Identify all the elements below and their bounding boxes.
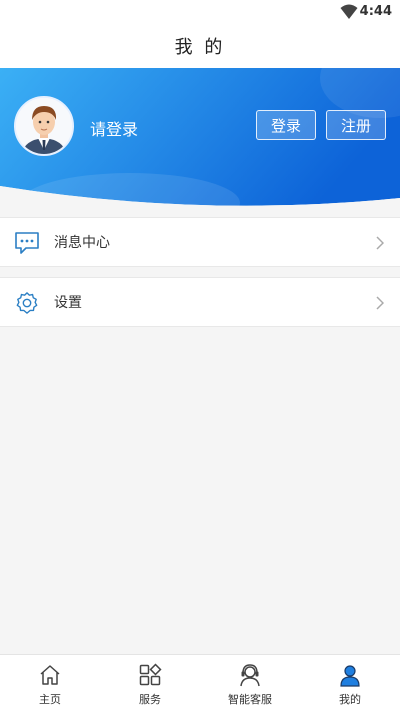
- profile-banner: 请登录 登录 注册: [0, 68, 400, 208]
- status-bar: 4:44: [0, 0, 400, 24]
- wifi-icon: [340, 4, 358, 19]
- grid-icon: [139, 663, 162, 686]
- user-icon: [340, 665, 360, 687]
- page-title: 我 的: [174, 37, 226, 58]
- bottom-tab-bar: 主页 服务 智能客服 我的: [0, 654, 400, 710]
- tab-label: 我的: [339, 693, 361, 706]
- menu-item-settings[interactable]: 设置: [0, 277, 400, 327]
- login-prompt[interactable]: 请登录: [90, 116, 138, 140]
- tab-home[interactable]: 主页: [0, 655, 100, 710]
- chevron-right-icon: [376, 296, 384, 310]
- message-icon: [15, 232, 39, 254]
- tab-label: 服务: [139, 693, 161, 706]
- avatar[interactable]: [14, 96, 74, 156]
- tab-label: 智能客服: [228, 693, 272, 706]
- title-bar: 我 的: [0, 24, 400, 68]
- menu-item-message-center[interactable]: 消息中心: [0, 217, 400, 267]
- home-icon: [40, 665, 60, 685]
- chevron-right-icon: [376, 236, 384, 250]
- menu-item-label: 消息中心: [54, 235, 110, 251]
- tab-services[interactable]: 服务: [100, 655, 200, 710]
- gear-icon: [16, 292, 38, 314]
- headset-icon: [240, 664, 260, 687]
- menu-item-label: 设置: [54, 295, 82, 311]
- avatar-image: [16, 98, 72, 154]
- status-time: 4:44: [359, 4, 392, 19]
- login-button[interactable]: 登录: [256, 110, 316, 140]
- tab-smart-service[interactable]: 智能客服: [200, 655, 300, 710]
- tab-label: 主页: [39, 693, 61, 706]
- tab-mine[interactable]: 我的: [300, 655, 400, 710]
- register-button[interactable]: 注册: [326, 110, 386, 140]
